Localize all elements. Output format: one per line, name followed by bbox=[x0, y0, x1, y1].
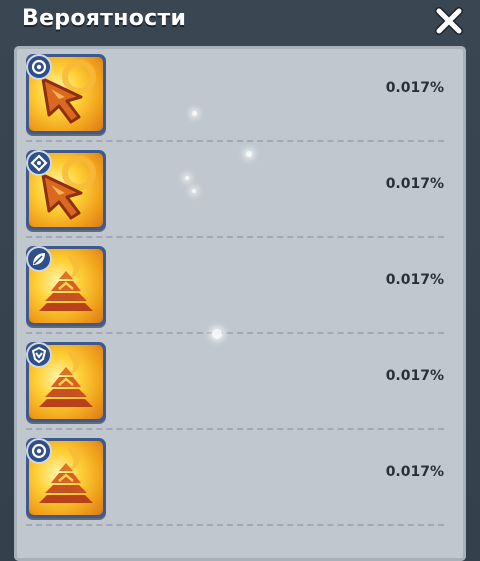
sparkle bbox=[212, 329, 222, 339]
close-icon bbox=[435, 7, 463, 35]
item-icon[interactable] bbox=[26, 150, 106, 230]
leaf-badge-icon bbox=[28, 248, 50, 270]
swirl-badge-icon bbox=[28, 56, 50, 78]
item-icon[interactable] bbox=[26, 342, 106, 422]
item-icon[interactable] bbox=[26, 54, 106, 134]
sparkle bbox=[185, 176, 189, 180]
close-button[interactable] bbox=[432, 4, 466, 38]
shield-badge-icon bbox=[28, 344, 50, 366]
drop-row: 0.017% bbox=[14, 46, 466, 142]
sparkle bbox=[192, 189, 196, 193]
swirl-badge-icon bbox=[28, 440, 50, 462]
drop-list: 0.017% 0.017% 0.017% 0.017% 0.017% bbox=[14, 46, 466, 526]
drop-percent: 0.017% bbox=[385, 464, 444, 480]
drop-percent: 0.017% bbox=[385, 176, 444, 192]
window-title: Вероятности bbox=[22, 6, 187, 31]
item-icon[interactable] bbox=[26, 246, 106, 326]
diamond-badge-icon bbox=[28, 152, 50, 174]
row-divider bbox=[26, 524, 444, 526]
sparkle bbox=[246, 151, 252, 157]
drop-row: 0.017% bbox=[14, 238, 466, 334]
item-icon[interactable] bbox=[26, 438, 106, 518]
drop-row: 0.017% bbox=[14, 334, 466, 430]
drop-row: 0.017% bbox=[14, 430, 466, 526]
drop-percent: 0.017% bbox=[385, 368, 444, 384]
drop-row: 0.017% bbox=[14, 142, 466, 238]
title-bar: Вероятности bbox=[0, 0, 480, 46]
drop-percent: 0.017% bbox=[385, 80, 444, 96]
probabilities-window: Вероятности 0.017% 0.017% 0.017% 0.017% 0.01… bbox=[0, 0, 480, 561]
sparkle bbox=[192, 111, 197, 116]
drop-percent: 0.017% bbox=[385, 272, 444, 288]
drop-list-panel[interactable]: 0.017% 0.017% 0.017% 0.017% 0.017% bbox=[14, 46, 466, 561]
